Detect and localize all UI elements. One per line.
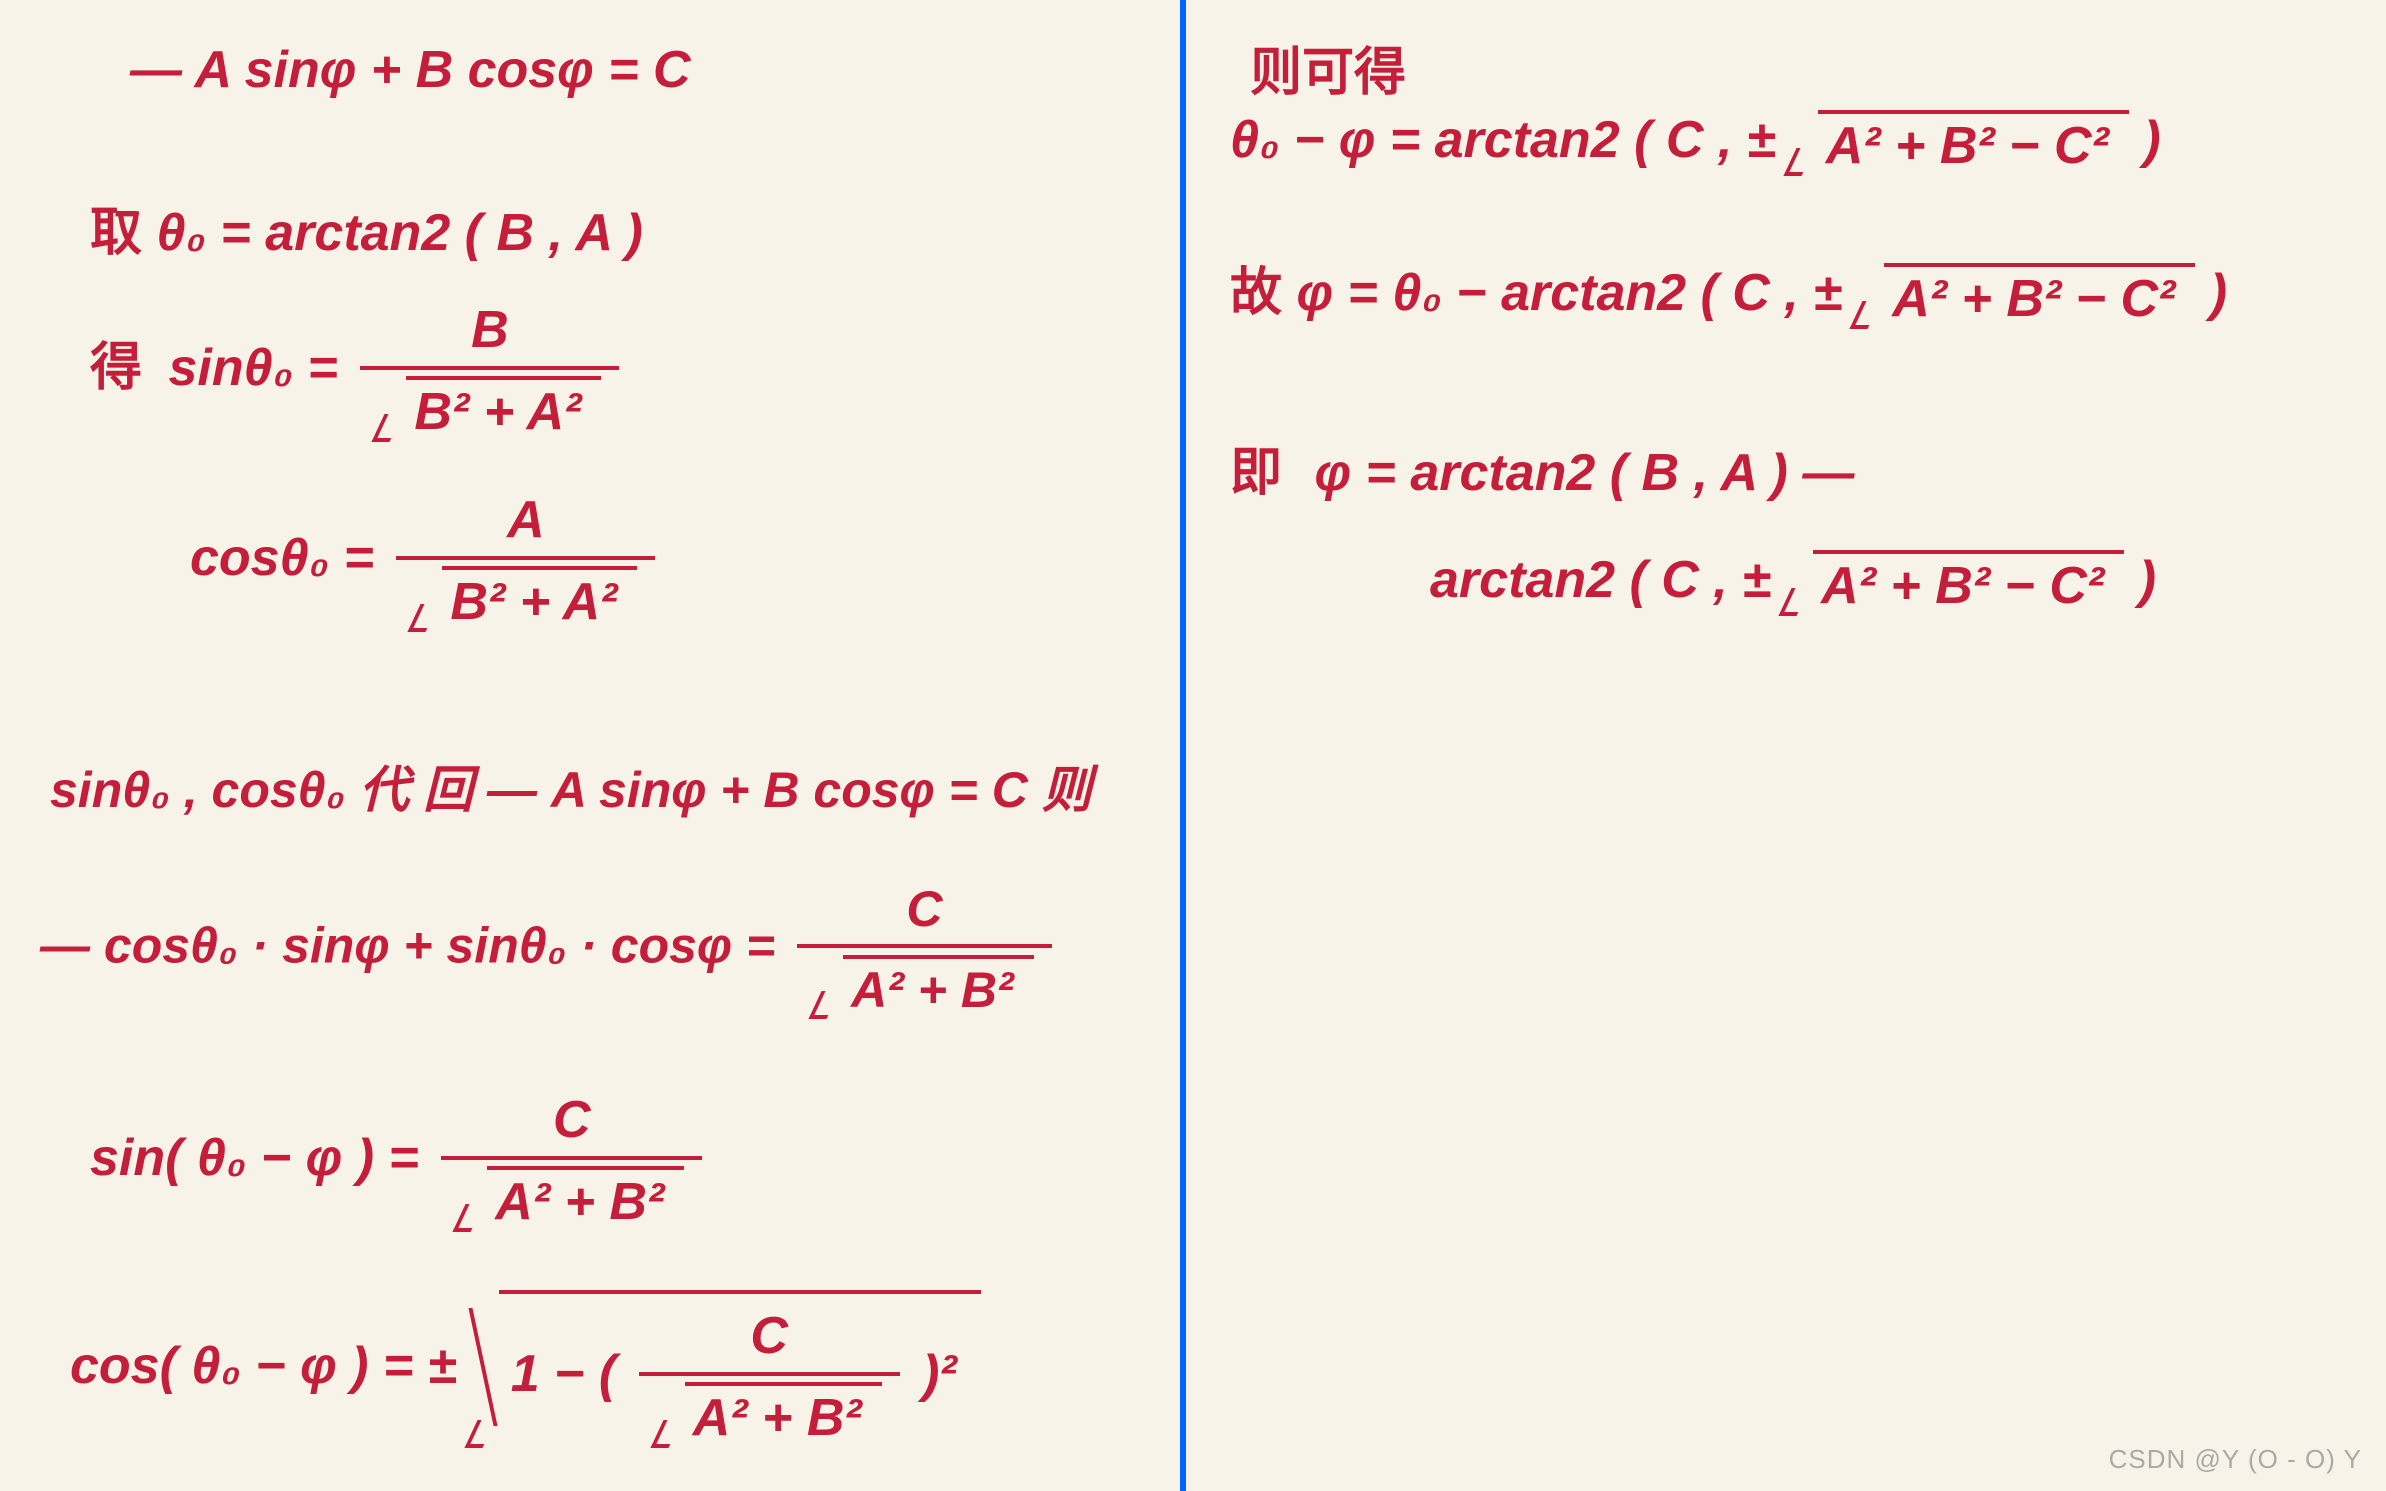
frac-den-sqrtAB: A² + B² — [797, 948, 1052, 1019]
r2-close: ) — [2210, 264, 2227, 322]
sin-theta-lhs: sinθ₀ = — [168, 339, 337, 397]
result-eq3a: 即 φ = arctan2 ( B , A ) — — [1230, 430, 1854, 505]
inner-sqrt: A² + B² — [657, 1382, 882, 1448]
left-column: — A sinφ + B cosφ = C 取 θ₀ = arctan2 ( B… — [50, 0, 1150, 1491]
sin-theta-row: 得 sinθ₀ = B B² + A² — [90, 300, 627, 442]
equation-original: — A sinφ + B cosφ = C — [130, 40, 691, 100]
r3b-lhs: arctan2 ( C , ± — [1430, 551, 1771, 609]
r1-sqrt: A² + B² − C² — [1790, 110, 2129, 176]
theta-definition: 取 θ₀ = arctan2 ( B , A ) — [90, 190, 643, 265]
frac-num-C: C — [888, 880, 960, 944]
expanded-eq: — cosθ₀ · sinφ + sinθ₀ · cosφ = C A² + B… — [40, 880, 1060, 1019]
inner-den: A² + B² — [639, 1376, 900, 1448]
substitute-back: sinθ₀ , cosθ₀ 代 回 — A sinφ + B cosφ = C … — [50, 750, 1092, 822]
sin-theta-fraction: B B² + A² — [360, 300, 619, 442]
cos-theta-lhs: cosθ₀ = — [190, 529, 374, 587]
right-column: 则可得 θ₀ − φ = arctan2 ( C , ± A² + B² − C… — [1230, 0, 2350, 1491]
cos-diff-lhs: cos( θ₀ − φ ) = ± — [70, 1337, 456, 1395]
sqrt-AB: A² + B² — [815, 955, 1034, 1019]
radicand-BA2: B² + A² — [442, 566, 637, 632]
cos-theta-row: cosθ₀ = A B² + A² — [190, 490, 663, 632]
cos-diff-row: cos( θ₀ − φ ) = ± 1 − ( C A² + B² )² — [70, 1290, 981, 1448]
sqrt-BA2: B² + A² — [414, 566, 637, 632]
sin-diff-row: sin( θ₀ − φ ) = C A² + B² — [90, 1090, 710, 1232]
cos-diff-sqrt: 1 − ( C A² + B² )² — [471, 1290, 981, 1448]
r3b-radicand: A² + B² − C² — [1813, 550, 2124, 616]
inner-num-C: C — [732, 1306, 806, 1372]
radical-icon — [471, 1308, 499, 1448]
result-eq2: 故 φ = θ₀ − arctan2 ( C , ± A² + B² − C² … — [1230, 250, 2227, 329]
r1-radicand: A² + B² − C² — [1818, 110, 2129, 176]
r1-lhs: θ₀ − φ = arctan2 ( C , ± — [1230, 111, 1775, 169]
inner-fraction: C A² + B² — [639, 1306, 900, 1448]
sin-diff-fraction: C A² + B² — [441, 1090, 702, 1232]
column-divider — [1180, 0, 1186, 1491]
r2-sqrt: A² + B² − C² — [1856, 263, 2195, 329]
r2-lhs: φ = θ₀ − arctan2 ( C , ± — [1296, 264, 1841, 322]
one-minus: 1 − ( — [511, 1345, 617, 1403]
sqrt-AB2: A² + B² — [459, 1166, 684, 1232]
frac-num-A: A — [489, 490, 563, 556]
r3b-sqrt: A² + B² − C² — [1785, 550, 2124, 616]
get-label: 得 — [90, 340, 142, 397]
cos-diff-radicand: 1 − ( C A² + B² )² — [499, 1290, 981, 1448]
so-label: 故 — [1230, 265, 1282, 322]
close-sq: )² — [922, 1345, 957, 1403]
radicand-BA: B² + A² — [406, 376, 601, 442]
r3a-expr: φ = arctan2 ( B , A ) — — [1314, 444, 1854, 502]
r3b-close: ) — [2139, 551, 2156, 609]
radicand-AB: A² + B² — [843, 955, 1034, 1019]
cos-theta-fraction: A B² + A² — [396, 490, 655, 632]
expanded-fraction: C A² + B² — [797, 880, 1052, 1019]
sqrt-BA: B² + A² — [378, 376, 601, 442]
ie-label: 即 — [1230, 445, 1282, 502]
r1-close: ) — [2143, 111, 2160, 169]
frac-den-sqrtAB2: A² + B² — [441, 1160, 702, 1232]
theta-def-expr: θ₀ = arctan2 ( B , A ) — [156, 204, 642, 262]
inner-radicand: A² + B² — [685, 1382, 882, 1448]
result-eq3b: arctan2 ( C , ± A² + B² − C² ) — [1430, 550, 2156, 616]
radicand-AB2: A² + B² — [487, 1166, 684, 1232]
frac-num-C2: C — [535, 1090, 609, 1156]
r2-radicand: A² + B² − C² — [1884, 263, 2195, 329]
take-label: 取 — [90, 205, 142, 262]
frac-num-B: B — [453, 300, 527, 366]
frac-den-sqrtBA2: B² + A² — [396, 560, 655, 632]
then-get-label: 则可得 — [1250, 30, 1406, 105]
result-eq1: θ₀ − φ = arctan2 ( C , ± A² + B² − C² ) — [1230, 110, 2161, 176]
watermark: CSDN @Y (O - O) Y — [2109, 1444, 2362, 1475]
expanded-lhs: — cosθ₀ · sinφ + sinθ₀ · cosφ = — [40, 918, 775, 974]
sin-diff-lhs: sin( θ₀ − φ ) = — [90, 1129, 419, 1187]
frac-den-sqrtBA: B² + A² — [360, 370, 619, 442]
